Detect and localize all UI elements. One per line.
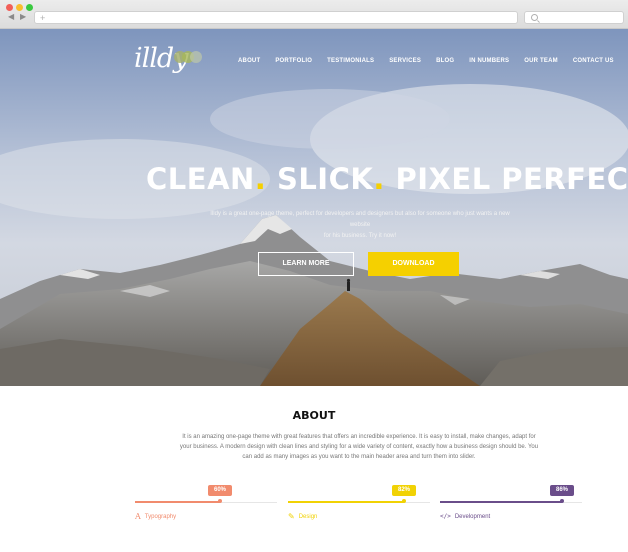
skill-typography: 60% A Typography [135,485,277,535]
about-title: ABOUT [292,409,336,422]
mountain-background-image [0,29,628,386]
close-window-button[interactable] [6,4,13,11]
skill-label-text: Design [298,514,318,520]
nav-item-contact-us[interactable]: CONTACT US [573,58,614,64]
nav-item-about[interactable]: ABOUT [238,58,260,64]
nav-item-services[interactable]: SERVICES [389,58,421,64]
back-arrow-icon[interactable]: ◀ [8,12,14,22]
search-icon [531,14,538,21]
about-description: It is an amazing one-page theme with gre… [179,434,539,460]
nav-item-our-team[interactable]: OUR TEAM [524,58,558,64]
headline-word: SLICK [276,162,374,196]
skill-progress-knob [402,499,406,503]
skill-progress-bar [135,499,277,503]
main-navigation: ABOUT PORTFOLIO TESTIMONIALS SERVICES BL… [238,58,614,64]
nav-item-in-numbers[interactable]: IN NUMBERS [469,58,509,64]
skill-design: 82% ✎ Design [288,485,430,535]
skill-progress-knob [560,499,564,503]
browser-search-box[interactable] [524,11,624,24]
maximize-window-button[interactable] [26,4,33,11]
skill-percent-badge: 82% [392,485,416,496]
address-bar[interactable]: + [34,11,518,24]
logo-circle-icon [190,51,202,63]
hero-subtitle-line: Illdy is a great one-page theme, perfect… [210,211,510,228]
skill-label-text: Development [454,514,491,520]
nav-item-blog[interactable]: BLOG [436,58,454,64]
typography-icon: A [135,512,141,521]
hero-section: illdy ABOUT PORTFOLIO TESTIMONIALS SERVI… [0,29,628,386]
headline-word: PIXEL PERFECT [395,162,628,196]
headline-word: CLEAN [146,162,255,196]
nav-item-testimonials[interactable]: TESTIMONIALS [327,58,374,64]
skill-percent-badge: 86% [550,485,574,496]
skill-progress-fill [440,501,562,503]
skill-label: A Typography [135,513,176,521]
skill-label: ✎ Design [288,513,317,521]
skill-progress-fill [135,501,220,503]
headline-separator: . [254,162,267,196]
hero-subtitle: Illdy is a great one-page theme, perfect… [200,209,520,242]
skill-progress-knob [218,499,222,503]
nav-item-portfolio[interactable]: PORTFOLIO [275,58,312,64]
plus-icon[interactable]: + [40,12,45,24]
skill-progress-bar [288,499,430,503]
headline-separator: . [373,162,385,196]
hero-headline: CLEAN. SLICK. PIXEL PERFECT [146,162,628,196]
skill-percent-badge: 60% [208,485,232,496]
skill-progress-fill [288,501,404,503]
forward-arrow-icon[interactable]: ▶ [20,12,26,22]
skill-progress-bar [440,499,582,503]
browser-toolbar: ◀ ▶ + [0,0,628,29]
hero-subtitle-line: for his business. Try it now! [323,233,397,239]
skill-development: 86% </> Development [440,485,582,535]
code-icon: </> [440,513,451,520]
skill-label: </> Development [440,513,490,521]
pencil-icon: ✎ [288,512,295,521]
minimize-window-button[interactable] [16,4,23,11]
learn-more-button[interactable]: LEARN MORE [258,252,354,276]
download-button[interactable]: DOWNLOAD [368,252,459,276]
skill-label-text: Typography [144,514,177,520]
